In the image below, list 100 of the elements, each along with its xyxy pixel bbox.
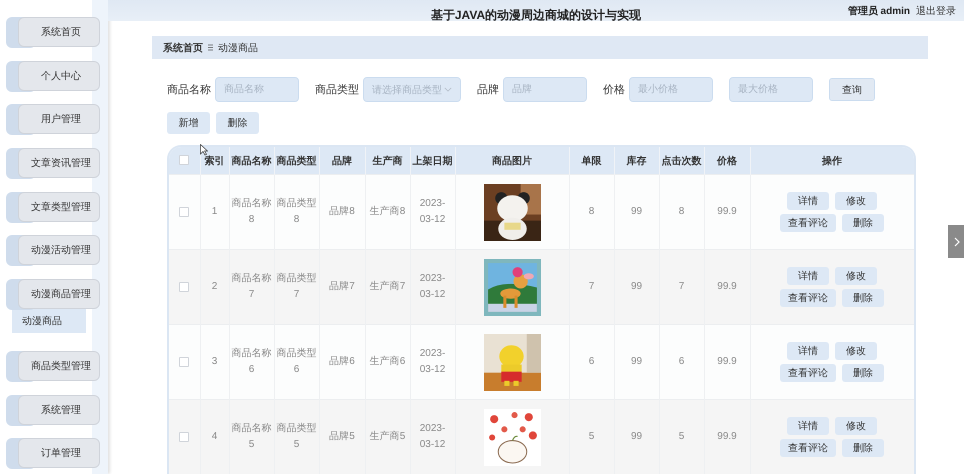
- table-cell: 2023-03-12: [420, 273, 446, 300]
- table-cell: 商品名称7: [232, 273, 272, 300]
- table-cell: 99: [630, 206, 642, 217]
- table-cell: 商品类型7: [276, 273, 316, 300]
- column-header: 商品图片: [492, 156, 532, 166]
- column-header: 操作: [822, 156, 842, 166]
- table-cell: 2023-03-12: [420, 348, 446, 375]
- table-cell: 7: [588, 281, 594, 292]
- row-action-button[interactable]: 修改: [835, 417, 877, 435]
- table-cell: 99.9: [717, 431, 737, 442]
- table-cell: 商品类型8: [276, 198, 316, 225]
- table-cell: 4: [212, 431, 218, 442]
- row-action-button[interactable]: 详情: [787, 267, 829, 285]
- row-action-button[interactable]: 修改: [835, 192, 877, 210]
- table-cell: 99.9: [717, 281, 737, 292]
- column-header: 单限: [582, 156, 602, 166]
- table-cell: 生产商6: [370, 356, 406, 367]
- action-button[interactable]: 新增: [167, 112, 210, 134]
- row-action-button[interactable]: 修改: [835, 267, 877, 285]
- table-cell: 5: [678, 431, 684, 442]
- chevron-down-icon: [444, 87, 452, 92]
- row-action-button[interactable]: 查看评论: [780, 364, 836, 382]
- column-header: 商品名称: [232, 156, 272, 166]
- chevron-icon: [954, 236, 960, 246]
- checkbox[interactable]: [179, 155, 190, 166]
- column-header: 商品类型: [276, 156, 316, 166]
- sidebar-item[interactable]: 动漫商品管理: [18, 278, 100, 309]
- sidebar-item[interactable]: 订单管理: [18, 438, 100, 468]
- sidebar-item[interactable]: 系统首页: [18, 17, 100, 47]
- table-cell: 商品类型5: [276, 423, 316, 450]
- table-cell: 3: [212, 356, 218, 367]
- page-title: 基于JAVA的动漫周边商城的设计与实现: [430, 7, 642, 24]
- checkbox[interactable]: [179, 282, 190, 292]
- row-action-button[interactable]: 修改: [835, 342, 877, 360]
- sidebar-item[interactable]: 动漫活动管理: [18, 235, 100, 266]
- table-cell: 商品名称6: [232, 348, 272, 375]
- sidebar-item[interactable]: 用户管理: [18, 104, 100, 134]
- sidebar-item[interactable]: 商品类型管理: [18, 350, 100, 381]
- table-cell: 99.9: [717, 206, 737, 217]
- user-label: 管理员 admin: [848, 4, 910, 18]
- checkbox[interactable]: [179, 432, 190, 442]
- logout-link[interactable]: 退出登录: [916, 4, 956, 18]
- table-cell: 生产商7: [370, 281, 406, 292]
- table-cell: 生产商5: [370, 431, 406, 442]
- table-cell: 8: [678, 206, 684, 217]
- filter-label: 价格: [603, 83, 625, 97]
- breadcrumb-link[interactable]: 动漫商品: [218, 40, 258, 54]
- column-header: 上架日期: [412, 156, 452, 166]
- table-cell: 7: [678, 281, 684, 292]
- column-header: 索引: [204, 156, 224, 166]
- sidebar-item[interactable]: 文章类型管理: [18, 192, 100, 222]
- table-cell: 6: [588, 356, 594, 367]
- table-cell: 99: [630, 356, 642, 367]
- filter-label: 商品类型: [315, 82, 359, 97]
- pointer-icon: [200, 144, 208, 156]
- action-button[interactable]: 删除: [216, 112, 259, 134]
- column-header: 价格: [717, 156, 737, 166]
- column-header: 品牌: [332, 156, 352, 166]
- row-action-button[interactable]: 详情: [787, 342, 829, 360]
- sidebar-item[interactable]: 个人中心: [18, 60, 100, 91]
- search-button[interactable]: 查询: [829, 78, 875, 101]
- table-cell: 商品名称5: [232, 423, 272, 450]
- checkbox[interactable]: [179, 206, 190, 217]
- table-cell: 品牌8: [329, 206, 355, 217]
- row-action-button[interactable]: 删除: [842, 439, 884, 457]
- table-cell: 99: [630, 281, 642, 292]
- table-cell: 品牌5: [329, 431, 355, 442]
- row-action-button[interactable]: 删除: [842, 214, 884, 232]
- table-cell: 品牌6: [329, 356, 355, 367]
- row-action-button[interactable]: 详情: [787, 417, 829, 435]
- filter-label: 商品名称: [167, 82, 211, 97]
- table-cell: 6: [678, 356, 684, 367]
- checkbox[interactable]: [179, 356, 190, 367]
- row-action-button[interactable]: 删除: [842, 364, 884, 382]
- row-action-button[interactable]: 查看评论: [780, 289, 836, 307]
- row-action-button[interactable]: 删除: [842, 289, 884, 307]
- sidebar-item[interactable]: 系统管理: [18, 394, 100, 425]
- table-cell: 商品类型6: [276, 348, 316, 375]
- table-cell: 2023-03-12: [420, 198, 446, 225]
- table-cell: 品牌7: [329, 281, 355, 292]
- row-action-button[interactable]: 详情: [787, 192, 829, 210]
- table-cell: 生产商8: [370, 206, 406, 217]
- column-header: 生产商: [372, 156, 402, 166]
- sidebar-subitem[interactable]: 动漫商品: [12, 308, 86, 333]
- table-cell: 1: [212, 206, 218, 217]
- column-header: 库存: [626, 156, 646, 166]
- breadcrumb-link[interactable]: 系统首页: [163, 40, 203, 54]
- filter-label: 品牌: [477, 83, 499, 97]
- row-action-button[interactable]: 查看评论: [780, 214, 836, 232]
- table-cell: 2: [212, 281, 218, 292]
- sidebar-item[interactable]: 文章资讯管理: [18, 148, 100, 178]
- row-action-button[interactable]: 查看评论: [780, 439, 836, 457]
- column-header: 点击次数: [662, 156, 702, 166]
- table-cell: 99.9: [717, 356, 737, 367]
- separator-icon: [208, 44, 213, 51]
- table-cell: 商品名称8: [232, 198, 272, 225]
- table-cell: 99: [630, 431, 642, 442]
- table-cell: 8: [588, 206, 594, 217]
- expand-button[interactable]: [948, 225, 964, 258]
- table-cell: 2023-03-12: [420, 423, 446, 450]
